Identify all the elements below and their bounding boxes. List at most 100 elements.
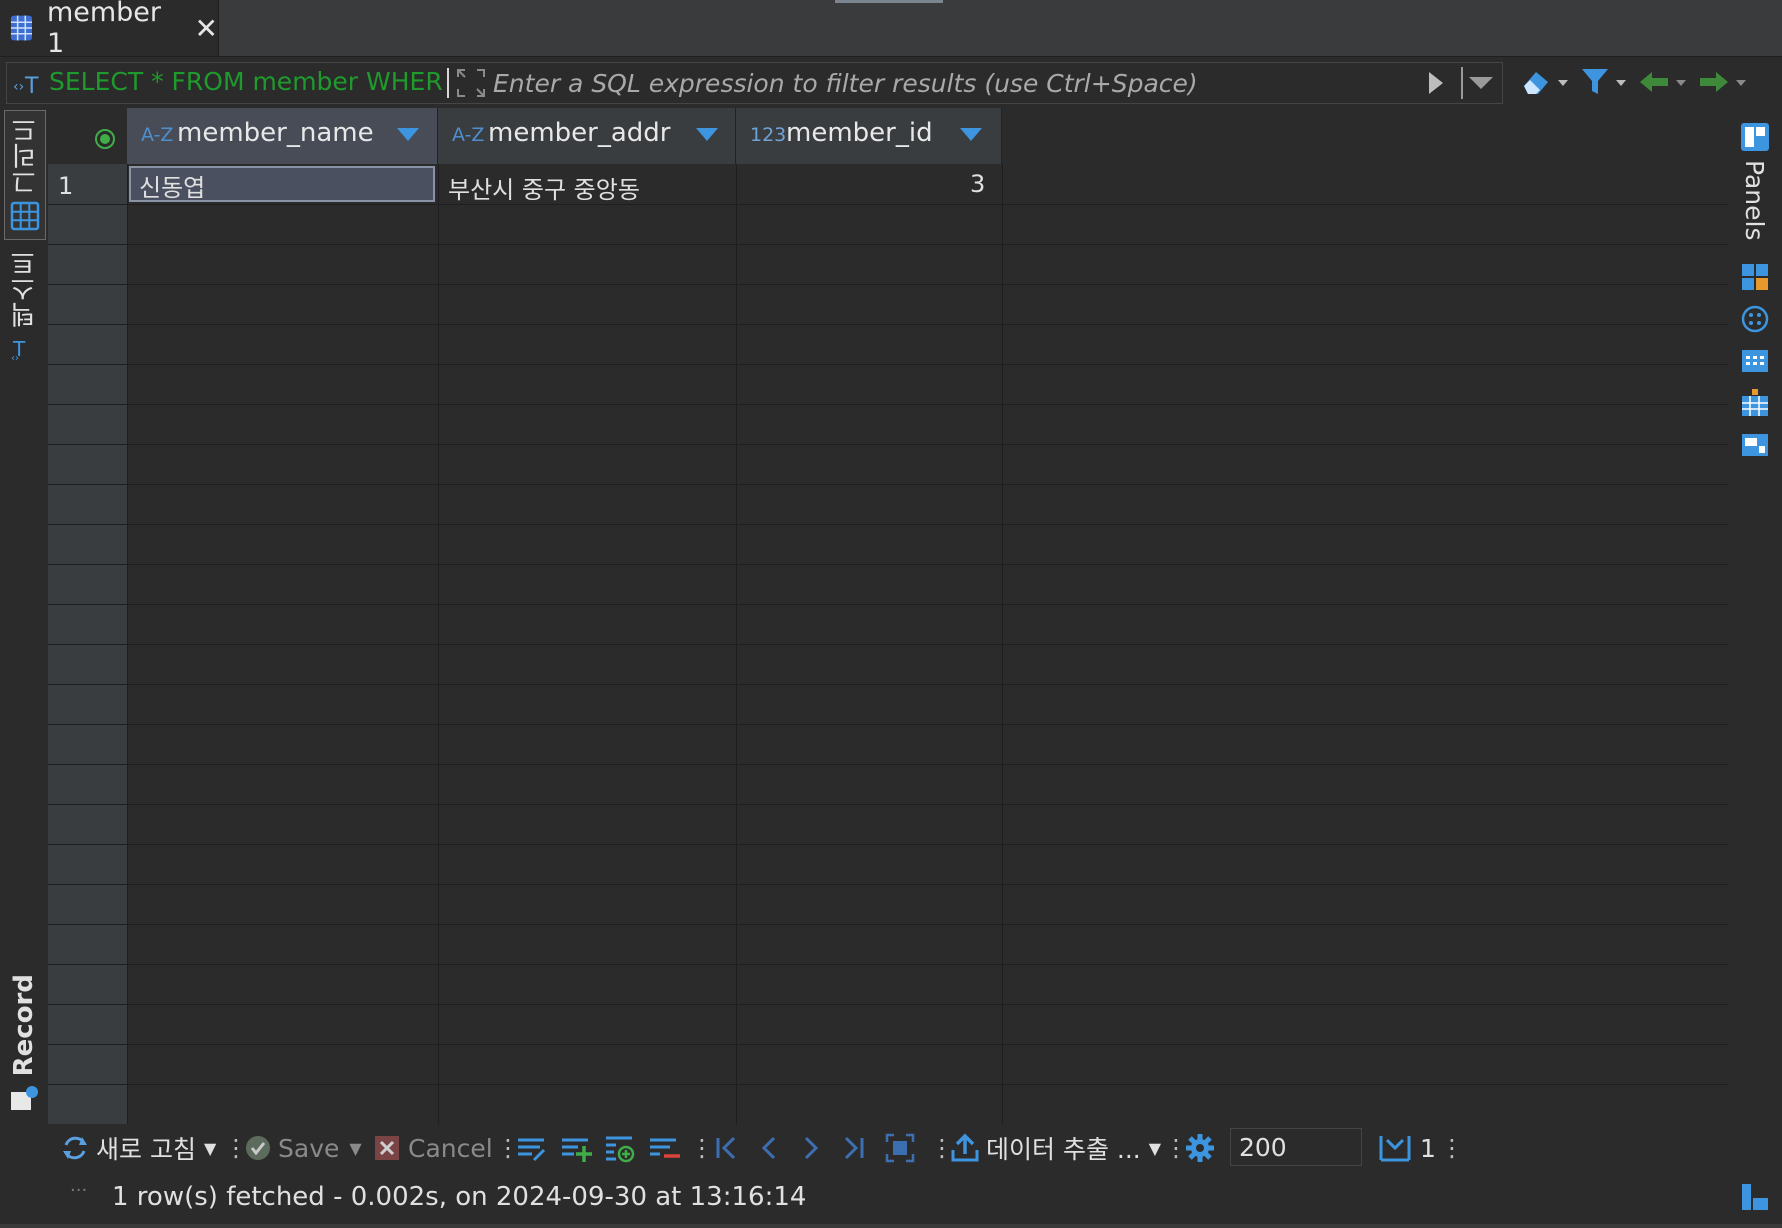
column-header-member-name[interactable]: A-Z member_name bbox=[127, 108, 438, 164]
text-type-icon: A-Z bbox=[141, 124, 174, 146]
chevron-down-icon[interactable]: ▼ bbox=[349, 1139, 361, 1158]
column-divider bbox=[736, 164, 737, 1124]
row-divider bbox=[48, 724, 1728, 725]
results-grid: A-Z member_name A-Z member_addr 123 memb… bbox=[48, 108, 1728, 1124]
view-mode-tabs: 그리드 텍스트 T ‹› Record bbox=[0, 108, 46, 1124]
forward-arrow-icon[interactable] bbox=[1698, 66, 1748, 98]
filter-history-dropdown-icon[interactable] bbox=[1467, 75, 1495, 91]
panels-label[interactable]: Panels bbox=[1740, 160, 1769, 240]
previous-page-icon[interactable] bbox=[756, 1130, 780, 1166]
filter-expression-input[interactable] bbox=[493, 67, 1393, 99]
back-arrow-icon[interactable] bbox=[1638, 66, 1688, 98]
toolbar-separator: ⋮ bbox=[1440, 1134, 1464, 1162]
column-name: member_addr bbox=[488, 118, 671, 148]
properties-icon[interactable] bbox=[1740, 262, 1770, 292]
column-header-member-id[interactable]: 123 member_id bbox=[736, 108, 1002, 164]
svg-text:‹›: ‹› bbox=[13, 79, 24, 95]
row-divider bbox=[48, 844, 1728, 845]
next-page-icon[interactable] bbox=[800, 1130, 824, 1166]
refresh-button[interactable]: 새로 고침 ▼ bbox=[60, 1130, 216, 1166]
expand-icon[interactable] bbox=[455, 67, 487, 99]
row-divider bbox=[48, 884, 1728, 885]
fetch-size-input[interactable] bbox=[1230, 1128, 1362, 1166]
svg-text:‹›: ‹› bbox=[11, 353, 19, 362]
tab-member-1[interactable]: member 1 ✕ bbox=[0, 0, 219, 59]
row-divider bbox=[48, 364, 1728, 365]
tab-grid[interactable]: 그리드 bbox=[4, 110, 46, 240]
chevron-down-icon[interactable]: ▼ bbox=[1149, 1139, 1161, 1158]
text-mode-icon: T ‹› bbox=[11, 337, 26, 362]
column-divider bbox=[438, 164, 439, 1124]
tab-text[interactable]: 텍스트 T ‹› bbox=[4, 250, 44, 370]
toolbar-separator: ⋮ bbox=[690, 1134, 714, 1162]
save-button[interactable]: Save ▼ bbox=[244, 1130, 362, 1166]
selected-cell[interactable]: 신동엽 bbox=[129, 166, 435, 202]
panels-sidebar: Panels bbox=[1728, 108, 1782, 1124]
tab-record[interactable]: Record bbox=[4, 974, 44, 1124]
tab-text-label: 텍스트 bbox=[9, 250, 40, 328]
edit-row-icon[interactable] bbox=[516, 1130, 548, 1166]
chevron-down-icon[interactable]: ▼ bbox=[204, 1139, 216, 1158]
svg-text:T: T bbox=[24, 74, 39, 97]
sort-dropdown-icon[interactable] bbox=[960, 128, 982, 141]
select-all-icon[interactable] bbox=[94, 128, 116, 150]
status-message: 1 row(s) fetched - 0.002s, on 2024-09-30… bbox=[112, 1182, 807, 1212]
last-page-icon[interactable] bbox=[840, 1130, 868, 1166]
row-divider bbox=[48, 1004, 1728, 1005]
row-divider bbox=[48, 604, 1728, 605]
grid-icon bbox=[10, 201, 40, 231]
panels-toggle-icon[interactable] bbox=[1740, 122, 1770, 152]
row-divider bbox=[48, 444, 1728, 445]
calculator-icon[interactable] bbox=[1740, 304, 1770, 334]
text-type-icon: A-Z bbox=[452, 124, 485, 146]
add-row-icon[interactable] bbox=[560, 1130, 592, 1166]
record-icon bbox=[11, 1086, 38, 1111]
grid-corner[interactable] bbox=[48, 108, 127, 164]
sort-dropdown-icon[interactable] bbox=[397, 128, 419, 141]
more-icon[interactable]: ··· bbox=[70, 1180, 87, 1201]
cell-member-name: 신동엽 bbox=[139, 174, 206, 202]
panel-layout-icon[interactable] bbox=[1740, 1182, 1770, 1212]
cancel-button[interactable]: Cancel bbox=[374, 1130, 493, 1166]
save-label: Save bbox=[278, 1133, 340, 1163]
tab-title: member 1 bbox=[46, 0, 162, 59]
separator bbox=[1461, 67, 1463, 99]
layout-icon[interactable] bbox=[1740, 430, 1770, 460]
cancel-label: Cancel bbox=[408, 1133, 493, 1163]
column-divider bbox=[1002, 164, 1003, 1124]
first-page-icon[interactable] bbox=[712, 1130, 740, 1166]
cancel-icon bbox=[375, 1136, 399, 1160]
sort-dropdown-icon[interactable] bbox=[696, 128, 718, 141]
apply-filter-icon[interactable] bbox=[1425, 69, 1447, 97]
eraser-icon[interactable] bbox=[1520, 66, 1570, 98]
cell-member-addr[interactable]: 부산시 중구 중앙동 bbox=[448, 170, 640, 205]
row-divider bbox=[48, 564, 1728, 565]
copy-row-icon[interactable] bbox=[604, 1130, 636, 1166]
row-number[interactable]: 1 bbox=[58, 172, 73, 200]
filter-box: ‹› T SELECT * FROM member WHER bbox=[6, 62, 1503, 104]
drag-handle[interactable] bbox=[835, 0, 943, 3]
export-data-button[interactable]: 데이터 추출 ... ▼ bbox=[950, 1130, 1161, 1166]
column-divider bbox=[127, 164, 128, 1124]
metadata-icon[interactable] bbox=[1740, 346, 1770, 376]
grouping-icon[interactable] bbox=[1740, 388, 1770, 418]
close-icon[interactable]: ✕ bbox=[195, 12, 218, 45]
tab-record-label: Record bbox=[9, 974, 39, 1077]
gear-icon[interactable] bbox=[1184, 1130, 1216, 1166]
row-divider bbox=[48, 484, 1728, 485]
fetch-all-icon[interactable] bbox=[884, 1130, 916, 1166]
column-header-member-addr[interactable]: A-Z member_addr bbox=[438, 108, 736, 164]
row-divider bbox=[48, 404, 1728, 405]
row-divider bbox=[48, 524, 1728, 525]
delete-row-icon[interactable] bbox=[648, 1130, 680, 1166]
tab-grid-label: 그리드 bbox=[10, 117, 41, 195]
number-type-icon: 123 bbox=[750, 124, 787, 146]
cell-member-id[interactable]: 3 bbox=[970, 170, 985, 198]
row-count-icon[interactable] bbox=[1378, 1130, 1412, 1166]
table-icon bbox=[10, 15, 32, 41]
filter-icon[interactable] bbox=[1580, 66, 1628, 98]
sql-query-text[interactable]: SELECT * FROM member WHER bbox=[49, 67, 447, 96]
row-count: 1 bbox=[1420, 1133, 1436, 1163]
refresh-icon bbox=[63, 1136, 87, 1160]
refresh-label: 새로 고침 bbox=[96, 1135, 196, 1164]
